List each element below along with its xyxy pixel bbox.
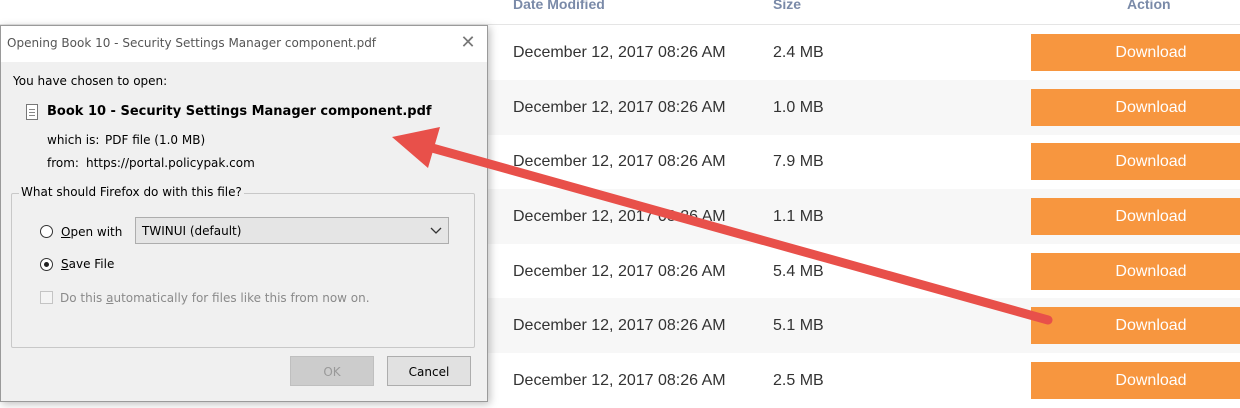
row-date: December 12, 2017 08:26 AM <box>513 99 726 116</box>
pdf-file-icon <box>26 104 38 120</box>
row-size: 2.4 MB <box>773 44 824 61</box>
open-with-label[interactable]: Open with <box>61 225 122 239</box>
row-size: 2.5 MB <box>773 372 824 389</box>
download-button[interactable]: Download <box>1031 89 1240 126</box>
save-file-radio[interactable] <box>40 258 53 271</box>
auto-checkbox[interactable] <box>40 291 53 304</box>
save-rest: ave File <box>68 257 115 271</box>
table-header: Date Modified Size Action <box>0 0 1240 25</box>
open-with-rest: pen with <box>70 225 123 239</box>
save-accel: S <box>61 257 69 271</box>
auto-rest: utomatically for files like this from no… <box>113 291 370 305</box>
download-button[interactable]: Download <box>1031 307 1240 344</box>
download-button[interactable]: Download <box>1031 362 1240 399</box>
intro-text: You have chosen to open: <box>13 74 168 88</box>
ok-button[interactable]: OK <box>290 356 374 386</box>
row-date: December 12, 2017 08:26 AM <box>513 317 726 334</box>
row-date: December 12, 2017 08:26 AM <box>513 153 726 170</box>
open-with-radio[interactable] <box>40 225 53 238</box>
open-with-app: TWINUI (default) <box>142 224 242 238</box>
row-size: 7.9 MB <box>773 153 824 170</box>
action-question: What should Firefox do with this file? <box>19 185 244 199</box>
row-size: 5.4 MB <box>773 263 824 280</box>
header-size: Size <box>773 0 802 12</box>
download-button[interactable]: Download <box>1031 34 1240 71</box>
chevron-down-icon <box>430 221 442 242</box>
file-type-value: PDF file (1.0 MB) <box>105 133 206 147</box>
cancel-button[interactable]: Cancel <box>387 356 471 386</box>
download-button[interactable]: Download <box>1031 143 1240 180</box>
download-button[interactable]: Download <box>1031 253 1240 290</box>
file-name: Book 10 - Security Settings Manager comp… <box>47 104 432 119</box>
open-with-select[interactable]: TWINUI (default) <box>135 217 449 244</box>
dialog-titlebar: Opening Book 10 - Security Settings Mana… <box>1 26 487 62</box>
which-label: which is: <box>47 133 100 147</box>
auto-pre: Do this <box>60 291 107 305</box>
auto-label[interactable]: Do this automatically for files like thi… <box>60 291 370 305</box>
row-size: 5.1 MB <box>773 317 824 334</box>
source-url: https://portal.policypak.com <box>86 156 255 170</box>
row-size: 1.0 MB <box>773 99 824 116</box>
open-file-dialog: Opening Book 10 - Security Settings Mana… <box>0 25 488 402</box>
row-size: 1.1 MB <box>773 208 824 225</box>
close-icon[interactable]: ✕ <box>457 32 479 54</box>
row-date: December 12, 2017 08:26 AM <box>513 208 726 225</box>
row-date: December 12, 2017 08:26 AM <box>513 44 726 61</box>
header-action: Action <box>1127 0 1171 12</box>
header-date-modified: Date Modified <box>513 0 605 12</box>
row-date: December 12, 2017 08:26 AM <box>513 372 726 389</box>
from-label: from: <box>47 156 79 170</box>
download-button[interactable]: Download <box>1031 198 1240 235</box>
save-file-label[interactable]: Save File <box>61 257 114 271</box>
row-date: December 12, 2017 08:26 AM <box>513 263 726 280</box>
dialog-title: Opening Book 10 - Security Settings Mana… <box>7 36 377 50</box>
